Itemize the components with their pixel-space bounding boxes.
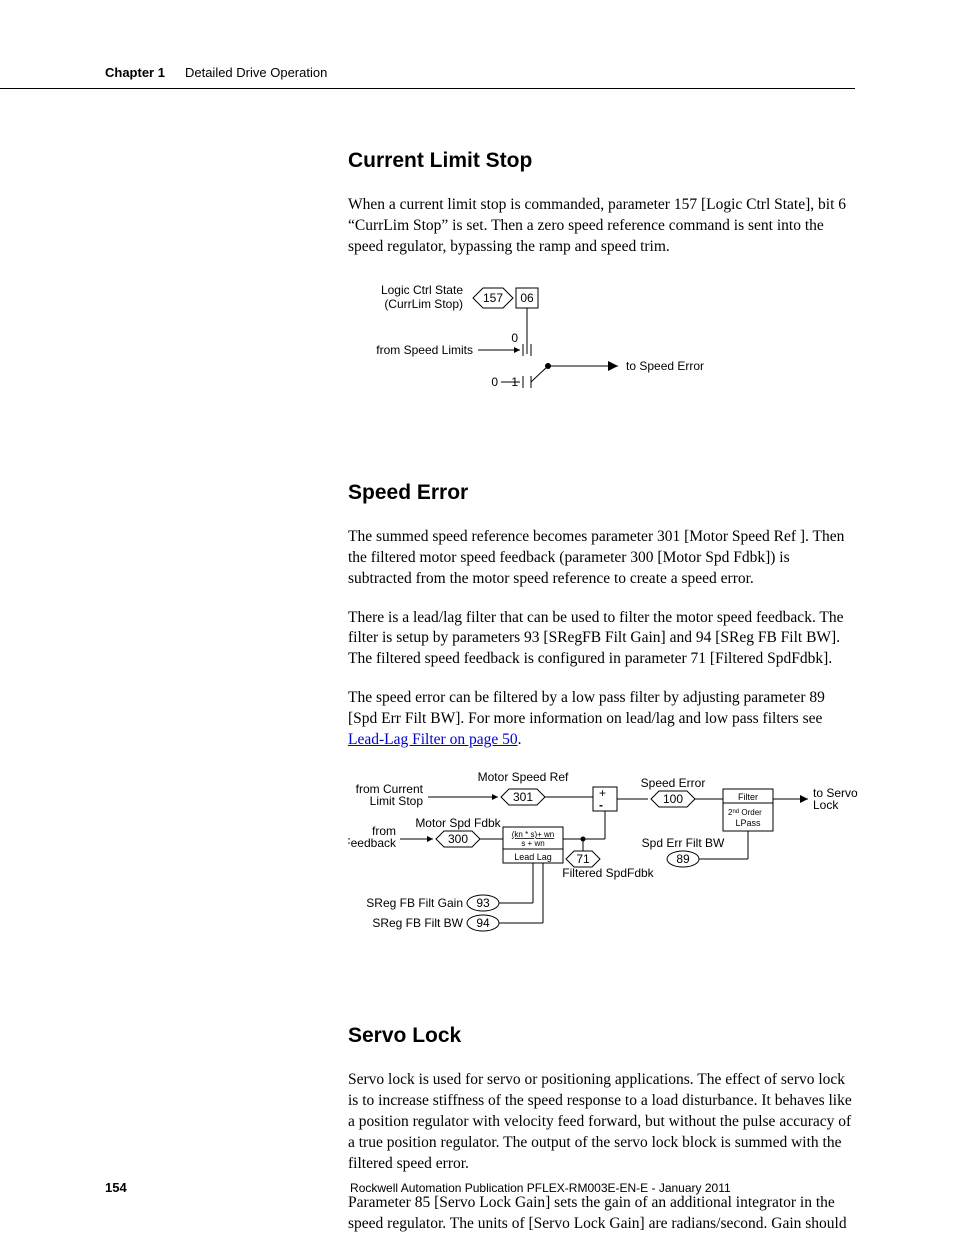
d1-zero-b: 0: [491, 375, 498, 389]
d2-from-fdbk2: Feedback: [348, 836, 397, 850]
d2-from-current2: Limit Stop: [370, 794, 424, 808]
d2-sreg-bw: SReg FB Filt BW: [372, 916, 463, 930]
para-s2-2: There is a lead/lag filter that can be u…: [348, 608, 854, 671]
page-footer: 154 Rockwell Automation Publication PFLE…: [0, 1180, 954, 1195]
para-s3-1: Servo lock is used for servo or position…: [348, 1070, 854, 1175]
d2-p301: 301: [513, 790, 533, 804]
d2-filtered-spdfdbk: Filtered SpdFdbk: [562, 866, 654, 880]
d2-spd-err-bw: Spd Err Filt BW: [642, 836, 725, 850]
d2-minus: -: [599, 798, 603, 812]
heading-speed-error: Speed Error: [348, 481, 854, 505]
chapter-label: Chapter 1: [105, 65, 165, 80]
chapter-title: Detailed Drive Operation: [185, 65, 327, 80]
diagram-speed-error: Motor Speed Ref from Current Limit Stop …: [348, 769, 858, 969]
d2-motor-speed-ref: Motor Speed Ref: [478, 770, 569, 784]
d1-logic-ctrl-state: Logic Ctrl State: [381, 283, 463, 297]
d2-leadlag: Lead Lag: [514, 852, 552, 862]
d2-speed-error: Speed Error: [641, 776, 706, 790]
d2-lpass-row: 2nd Order: [728, 808, 762, 817]
publication-info: Rockwell Automation Publication PFLEX-RM…: [350, 1181, 731, 1195]
para-s2-3a: The speed error can be filtered by a low…: [348, 689, 825, 727]
d2-p89: 89: [676, 852, 690, 866]
d1-currlim-stop: (CurrLim Stop): [384, 297, 463, 311]
d2-to-servo2: Lock: [813, 798, 839, 812]
para-s2-3: The speed error can be filtered by a low…: [348, 688, 854, 751]
heading-servo-lock: Servo Lock: [348, 1024, 854, 1048]
page-header: Chapter 1 Detailed Drive Operation: [0, 0, 855, 89]
d1-p157: 157: [483, 291, 503, 305]
d1-p06: 06: [520, 291, 534, 305]
para-s3-2: Parameter 85 [Servo Lock Gain] sets the …: [348, 1193, 854, 1235]
d2-filter: Filter: [738, 792, 758, 802]
d2-formula2: s + wn: [521, 839, 544, 848]
heading-current-limit-stop: Current Limit Stop: [348, 149, 854, 173]
link-lead-lag-filter[interactable]: Lead-Lag Filter on page 50: [348, 731, 518, 748]
main-content: Current Limit Stop When a current limit …: [348, 89, 854, 1235]
d2-p94: 94: [476, 916, 490, 930]
d1-to-speed: to Speed Error: [626, 359, 704, 373]
d1-from-speed: from Speed Limits: [376, 343, 473, 357]
page-number: 154: [105, 1180, 127, 1195]
para-s1-1: When a current limit stop is commanded, …: [348, 195, 854, 258]
d2-p71: 71: [576, 852, 590, 866]
para-s2-3b: .: [518, 731, 522, 748]
d2-p100: 100: [663, 792, 683, 806]
d2-p93: 93: [476, 896, 490, 910]
d2-motor-spd-fdbk: Motor Spd Fdbk: [415, 816, 501, 830]
d2-sreg-gain: SReg FB Filt Gain: [366, 896, 463, 910]
d2-formula1: (kn * s)+ wn: [512, 830, 554, 839]
diagram-current-limit-stop: Logic Ctrl State (CurrLim Stop) 157 06 0…: [348, 276, 798, 416]
d1-zero-a: 0: [511, 331, 518, 345]
para-s2-1: The summed speed reference becomes param…: [348, 527, 854, 590]
d2-p300: 300: [448, 832, 468, 846]
d2-lpass4: LPass: [735, 818, 761, 828]
